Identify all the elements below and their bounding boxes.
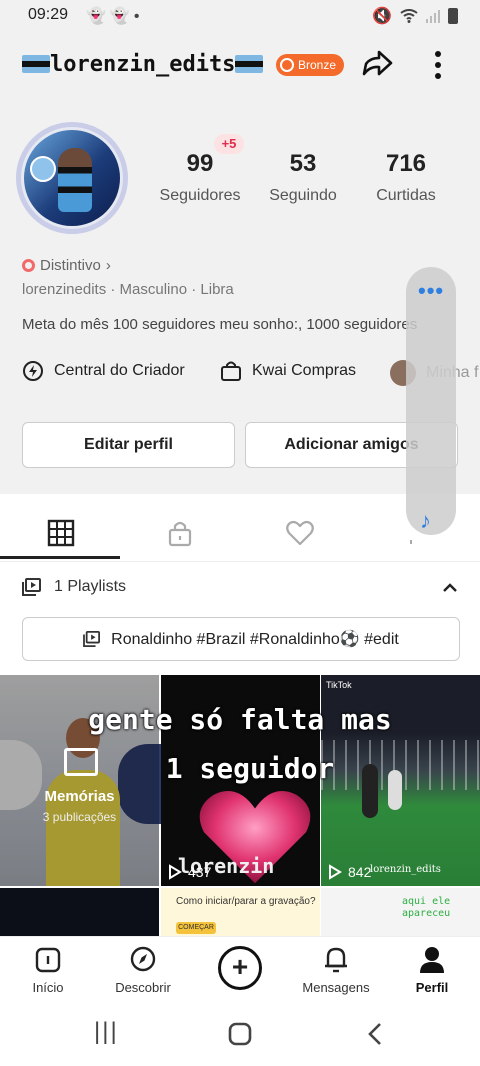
username: lorenzin_edits bbox=[50, 52, 236, 77]
playlists-header[interactable]: 1 Playlists bbox=[22, 578, 126, 596]
club-crest-icon bbox=[30, 156, 56, 182]
recents-button[interactable]: ||| bbox=[94, 1018, 119, 1046]
followers-count[interactable]: 99 bbox=[150, 150, 250, 178]
following-label[interactable]: Seguindo bbox=[253, 187, 353, 205]
status-time: 09:29 bbox=[28, 6, 69, 23]
followers-label[interactable]: Seguidores bbox=[150, 187, 250, 205]
system-status-icons: 🔇 bbox=[372, 6, 458, 26]
nav-messages[interactable]: Mensagens bbox=[291, 944, 381, 995]
nav-messages-label: Mensagens bbox=[302, 980, 370, 995]
home-icon bbox=[35, 947, 61, 973]
avatar-player bbox=[58, 148, 92, 212]
memories-title: Memórias bbox=[44, 788, 115, 805]
nav-discover-label: Descobrir bbox=[115, 980, 171, 995]
profile-meta: lorenzinedits · Masculino · Libra bbox=[22, 281, 234, 298]
nav-profile[interactable]: Perfil bbox=[387, 944, 477, 995]
distintivo-icon bbox=[22, 259, 35, 272]
tile-start-badge: COMEÇAR bbox=[176, 922, 216, 934]
kwai-shop-link[interactable]: Kwai Compras bbox=[220, 360, 356, 382]
level-badge[interactable]: Bronze bbox=[276, 54, 345, 76]
more-options-icon[interactable] bbox=[428, 48, 448, 82]
heart-icon[interactable] bbox=[285, 518, 315, 548]
nav-profile-label: Perfil bbox=[415, 980, 449, 995]
nav-discover[interactable]: Descobrir bbox=[98, 944, 188, 995]
battery-icon bbox=[448, 8, 458, 24]
notification-icons: 👻👻• bbox=[86, 8, 144, 25]
create-button[interactable]: + bbox=[218, 946, 262, 990]
share-icon[interactable] bbox=[360, 48, 394, 82]
system-home-button[interactable] bbox=[228, 1022, 252, 1046]
system-back-button[interactable] bbox=[366, 1022, 384, 1046]
play-icon bbox=[329, 864, 342, 880]
flag-icon bbox=[235, 55, 264, 73]
video-tile[interactable] bbox=[321, 888, 480, 936]
wifi-icon bbox=[400, 9, 418, 23]
flag-icon bbox=[22, 55, 50, 73]
music-note-icon[interactable]: ♪ bbox=[420, 508, 431, 534]
active-tab-indicator bbox=[0, 556, 120, 559]
grid-icon[interactable] bbox=[46, 518, 76, 548]
mute-icon: 🔇 bbox=[372, 8, 392, 25]
nav-home-label: Início bbox=[32, 980, 64, 995]
profile-icon bbox=[420, 947, 444, 973]
bell-icon bbox=[325, 947, 347, 973]
tile-caption: Como iniciar/parar a gravação? bbox=[176, 896, 316, 907]
distintivo-link[interactable]: Distintivo › bbox=[22, 257, 111, 274]
lock-icon[interactable] bbox=[165, 518, 195, 548]
signal-icon bbox=[426, 10, 440, 23]
views-count: 437 bbox=[188, 864, 212, 880]
video-tile[interactable] bbox=[0, 888, 159, 936]
creator-center-label: Central do Criador bbox=[54, 362, 185, 379]
memories-subtitle: 3 publicações bbox=[42, 810, 117, 824]
playlist-icon bbox=[22, 578, 41, 596]
play-icon bbox=[169, 864, 182, 880]
chevron-right-icon: › bbox=[105, 257, 111, 274]
kwai-shop-label: Kwai Compras bbox=[252, 362, 357, 379]
playlist-item-label: Ronaldinho #Brazil #Ronaldinho⚽️ #edit bbox=[111, 631, 399, 648]
divider bbox=[0, 561, 480, 562]
tile-caption: aqui ele apareceu bbox=[402, 896, 451, 919]
video-signature: lorenzin_edits bbox=[370, 864, 441, 875]
chevron-up-icon[interactable] bbox=[440, 578, 460, 598]
likes-label[interactable]: Curtidas bbox=[356, 187, 456, 205]
overlay-caption-line1: gente só falta mas bbox=[88, 703, 392, 736]
following-count[interactable]: 53 bbox=[253, 150, 353, 178]
views-count: 842 bbox=[348, 864, 372, 880]
edit-profile-button[interactable]: Editar perfil bbox=[22, 422, 235, 468]
nav-home[interactable]: Início bbox=[3, 944, 93, 995]
playlist-icon bbox=[83, 631, 101, 647]
distintivo-label: Distintivo bbox=[40, 257, 101, 274]
floating-panel[interactable] bbox=[406, 267, 456, 535]
creator-center-link[interactable]: Central do Criador bbox=[22, 360, 185, 382]
views-counter: 842 bbox=[328, 864, 371, 880]
shopping-bag-icon bbox=[221, 361, 241, 381]
creator-center-icon bbox=[23, 361, 43, 381]
more-dots-icon[interactable]: ••• bbox=[418, 278, 444, 304]
playlist-item[interactable]: Ronaldinho #Brazil #Ronaldinho⚽️ #edit bbox=[22, 617, 460, 661]
badge-icon bbox=[280, 58, 294, 72]
profile-bio: Meta do mês 100 seguidores meu sonho:, 1… bbox=[22, 316, 418, 333]
username-title: lorenzin_edits bbox=[22, 52, 264, 77]
tiktok-watermark: TikTok bbox=[326, 680, 352, 690]
views-counter: 437 bbox=[168, 864, 211, 880]
likes-count[interactable]: 716 bbox=[356, 150, 456, 178]
overlay-caption-line2: 1 seguidor bbox=[165, 752, 335, 785]
playlists-label: 1 Playlists bbox=[54, 578, 127, 595]
compass-icon bbox=[130, 946, 156, 972]
badge-label: Bronze bbox=[298, 58, 337, 72]
